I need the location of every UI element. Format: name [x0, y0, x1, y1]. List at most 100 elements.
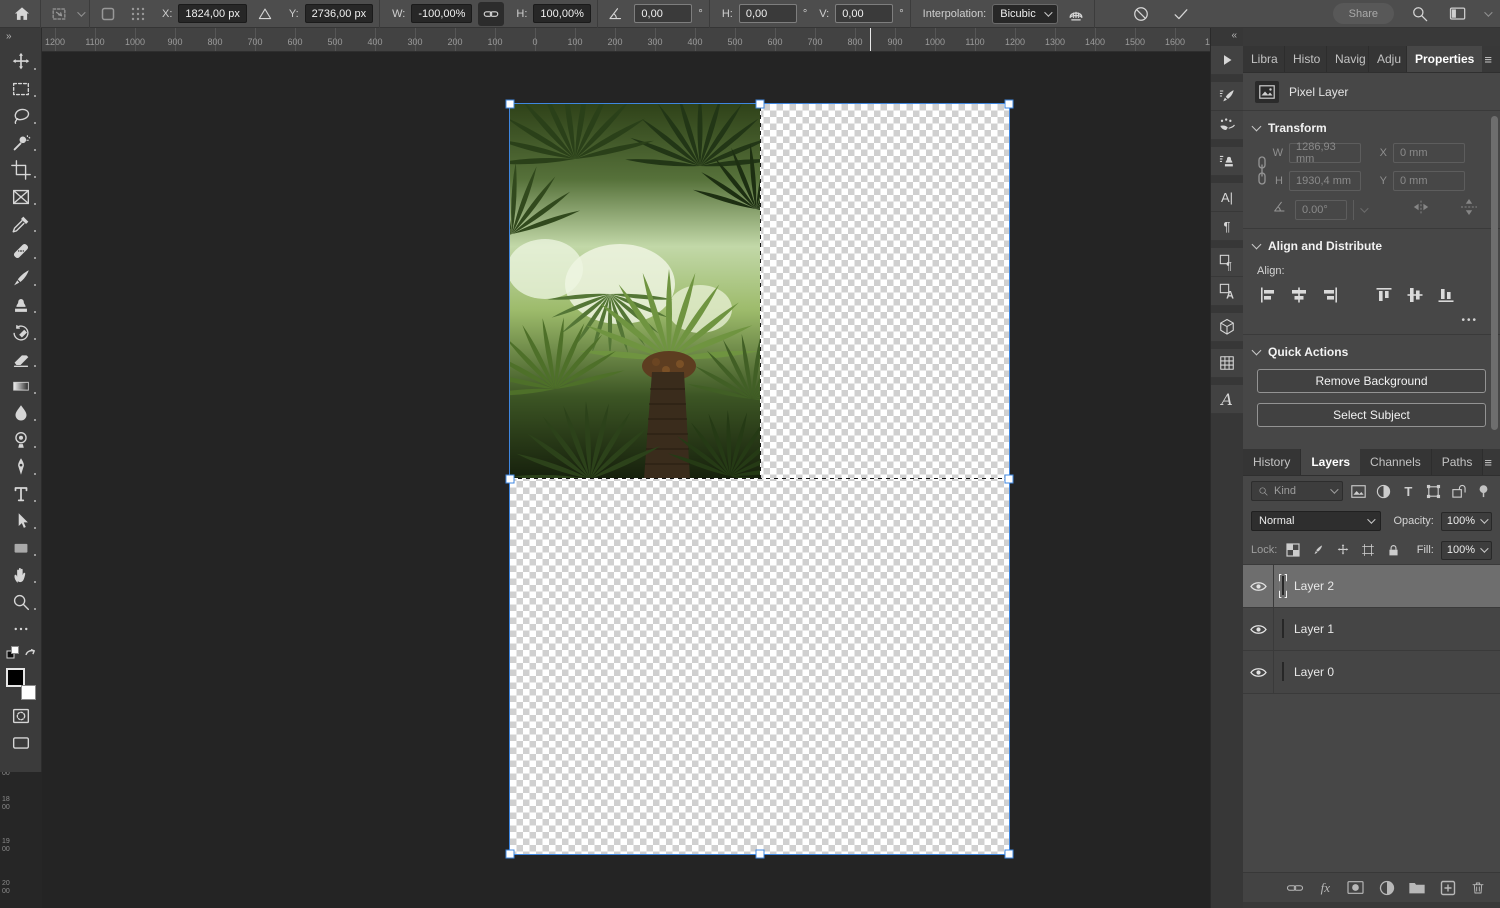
search-icon[interactable] — [1408, 2, 1432, 26]
skew-h-input[interactable]: 0,00 — [739, 4, 797, 23]
history-brush-tool[interactable] — [0, 318, 42, 345]
warp-mode-icon[interactable] — [1064, 2, 1088, 26]
filter-adjustment-icon[interactable] — [1374, 482, 1392, 500]
workspace-chevron-icon[interactable] — [1484, 8, 1492, 16]
blend-mode-select[interactable]: Normal — [1251, 511, 1381, 531]
link-dimensions-icon[interactable] — [478, 2, 504, 26]
layer-row-layer-0[interactable]: Layer 0 — [1243, 651, 1500, 694]
workspace-icon[interactable] — [1446, 2, 1470, 26]
brush-tool[interactable] — [0, 264, 42, 291]
new-layer-icon[interactable] — [1438, 878, 1458, 898]
blur-tool[interactable] — [0, 399, 42, 426]
fill-select[interactable]: 100% — [1441, 541, 1492, 560]
panel-menu-icon[interactable]: ≡ — [1484, 455, 1492, 470]
tab-properties[interactable]: Properties — [1407, 46, 1482, 72]
filter-image-icon[interactable] — [1350, 482, 1368, 500]
gradient-tool[interactable] — [0, 372, 42, 399]
align-bottom-button[interactable] — [1435, 285, 1457, 305]
tab-libraries[interactable]: Libra — [1243, 46, 1285, 72]
crop-tool[interactable] — [0, 156, 42, 183]
panel-menu-icon[interactable]: ≡ — [1484, 52, 1492, 67]
actions-panel-icon[interactable] — [1211, 46, 1244, 75]
transform-y-input[interactable]: 0 mm — [1393, 171, 1465, 191]
layer-mask-icon[interactable] — [1346, 878, 1366, 898]
lock-pixels-icon[interactable] — [1309, 541, 1327, 559]
layer-name[interactable]: Layer 0 — [1294, 665, 1334, 679]
transform-handle-bottom-right[interactable] — [1005, 850, 1014, 859]
tab-adjustments[interactable]: Adju — [1369, 46, 1407, 72]
visibility-toggle[interactable] — [1243, 565, 1274, 607]
transform-handle-bottom-center[interactable] — [755, 850, 764, 859]
background-color-swatch[interactable] — [21, 685, 36, 700]
align-more-button[interactable]: ••• — [1243, 305, 1500, 326]
frame-tool[interactable] — [0, 183, 42, 210]
filter-smart-object-icon[interactable] — [1449, 482, 1467, 500]
quick-selection-tool[interactable] — [0, 129, 42, 156]
filter-toggle-icon[interactable] — [1474, 482, 1492, 500]
transform-section-header[interactable]: Transform — [1243, 111, 1500, 141]
transform-w-input[interactable]: 1286,93 mm — [1289, 143, 1361, 163]
x-input[interactable]: 1824,00 px — [178, 4, 246, 23]
toolbar-expand-icon[interactable]: » — [0, 28, 41, 48]
visibility-toggle[interactable] — [1243, 608, 1274, 650]
angle-dropdown-icon[interactable] — [1353, 200, 1371, 220]
layer-name[interactable]: Layer 1 — [1294, 622, 1334, 636]
lock-transparent-icon[interactable] — [1284, 541, 1302, 559]
remove-background-button[interactable]: Remove Background — [1257, 369, 1486, 393]
hand-tool[interactable] — [0, 561, 42, 588]
properties-scrollbar[interactable] — [1491, 116, 1498, 430]
transform-angle-input[interactable]: 0.00° — [1295, 200, 1347, 220]
commit-transform-icon[interactable] — [1169, 2, 1193, 26]
delta-icon[interactable] — [253, 2, 277, 26]
h-input[interactable]: 100,00% — [533, 4, 591, 23]
align-center-vertical-button[interactable] — [1404, 285, 1426, 305]
align-center-horizontal-button[interactable] — [1288, 285, 1310, 305]
screen-mode-icon[interactable] — [0, 729, 42, 756]
align-left-button[interactable] — [1257, 285, 1279, 305]
glyphs-panel-icon[interactable]: A — [1211, 385, 1244, 414]
pattern-panel-icon[interactable] — [1211, 349, 1244, 378]
flip-vertical-icon[interactable] — [1459, 199, 1479, 220]
skew-v-input[interactable]: 0,00 — [835, 4, 893, 23]
lock-position-icon[interactable] — [1334, 541, 1352, 559]
transform-handle-top-left[interactable] — [506, 100, 515, 109]
rotation-input[interactable]: 0,00 — [634, 4, 692, 23]
interpolation-select[interactable]: Bicubic — [992, 4, 1057, 24]
flip-horizontal-icon[interactable] — [1411, 199, 1431, 220]
opacity-select[interactable]: 100% — [1441, 512, 1492, 531]
type-tool[interactable] — [0, 480, 42, 507]
w-input[interactable]: -100,00% — [411, 4, 472, 23]
marquee-tool[interactable] — [0, 75, 42, 102]
dock-collapse-icon[interactable]: « — [1211, 28, 1243, 46]
filter-type-icon[interactable]: T — [1399, 482, 1417, 500]
y-input[interactable]: 2736,00 px — [305, 4, 373, 23]
tab-paths[interactable]: Paths — [1432, 449, 1484, 475]
shape-tool[interactable] — [0, 534, 42, 561]
default-swap-colors-icons[interactable] — [0, 642, 42, 664]
preset-chevron-icon[interactable] — [77, 8, 85, 16]
character-styles-panel-icon[interactable]: A — [1211, 277, 1244, 306]
tab-history[interactable]: History — [1243, 449, 1301, 475]
eraser-tool[interactable] — [0, 345, 42, 372]
paragraph-panel-icon[interactable]: ¶ — [1211, 212, 1244, 241]
transform-handle-middle-left[interactable] — [506, 475, 515, 484]
adjustment-layer-icon[interactable] — [1377, 878, 1397, 898]
visibility-toggle[interactable] — [1243, 651, 1274, 693]
link-layers-icon[interactable] — [1285, 878, 1305, 898]
lock-all-icon[interactable] — [1384, 541, 1402, 559]
link-wh-icon[interactable] — [1253, 143, 1271, 199]
quick-actions-header[interactable]: Quick Actions — [1243, 335, 1500, 365]
tab-layers[interactable]: Layers — [1301, 449, 1360, 475]
cancel-transform-icon[interactable] — [1129, 2, 1153, 26]
tab-histogram[interactable]: Histo — [1285, 46, 1327, 72]
lasso-tool[interactable] — [0, 102, 42, 129]
new-group-icon[interactable] — [1407, 878, 1427, 898]
horizontal-ruler[interactable]: 1200110010009008007006005004003002001000… — [42, 28, 1210, 52]
reference-point-checkbox[interactable] — [96, 2, 120, 26]
paragraph-styles-panel-icon[interactable]: ¶ — [1211, 248, 1244, 277]
filter-shape-icon[interactable] — [1424, 482, 1442, 500]
document-transform-box[interactable] — [509, 103, 1010, 855]
toolbar-ellipsis[interactable] — [0, 615, 42, 642]
transform-handle-top-right[interactable] — [1005, 100, 1014, 109]
share-button[interactable]: Share — [1333, 3, 1394, 24]
